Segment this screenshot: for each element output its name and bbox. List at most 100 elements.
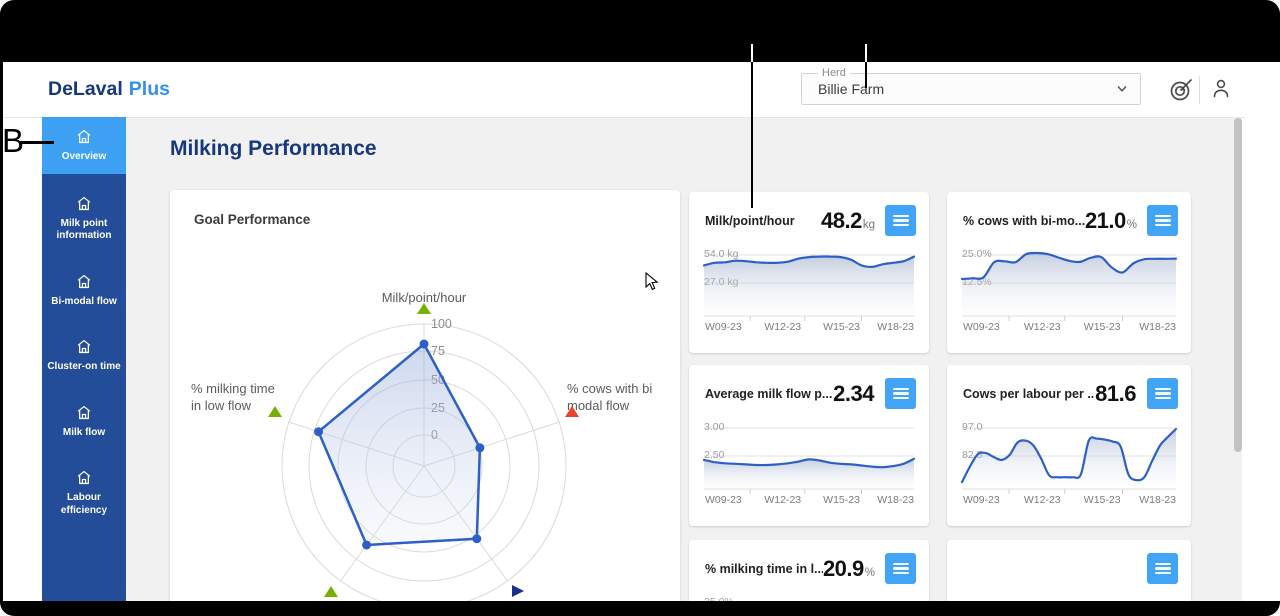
sparkline-x-label: W09-23	[705, 494, 742, 506]
sparkline-x-label: W15-23	[1084, 494, 1121, 506]
sidebar-item-label: Cluster-on time	[47, 361, 120, 374]
hamburger-icon	[1155, 563, 1171, 575]
sparkline-x-label: W12-23	[764, 321, 801, 333]
radar-axis-label-right: % cows with bi modal flow	[567, 380, 652, 414]
brand-secondary: Plus	[129, 78, 170, 100]
home-icon	[74, 468, 94, 487]
annotation-b-line	[20, 141, 54, 144]
hamburger-icon	[1155, 388, 1171, 400]
user-icon[interactable]	[1209, 76, 1233, 102]
letterbox-bottom-bar	[0, 601, 1280, 616]
radar-scale-tick: 100	[431, 317, 452, 331]
hamburger-icon	[893, 388, 909, 400]
kpi-card-title	[963, 553, 1136, 562]
radar-vertex-dot	[475, 443, 484, 452]
radar-vertex-dot	[420, 340, 429, 349]
kpi-card-title: % cows with bi-mo...	[963, 205, 1085, 228]
sparkline-grid-label: 2.50	[704, 449, 725, 461]
goal-marker-green-icon	[324, 586, 338, 597]
kpi-card-value: 2.34	[833, 378, 875, 407]
mouse-cursor-icon	[645, 272, 661, 292]
radar-vertex-dot	[314, 427, 323, 436]
sparkline-x-label: W15-23	[823, 321, 860, 333]
radar-vertex-dot	[472, 534, 481, 543]
kpi-sparkline: 3.002.50W09-23W12-23W15-23W18-23	[704, 423, 914, 509]
kpi-card-value	[1136, 553, 1137, 582]
sparkline-x-label: W12-23	[1024, 321, 1061, 333]
sidebar-item-labour-efficiency[interactable]: Labour efficiency	[42, 457, 126, 528]
kpi-menu-button[interactable]	[1147, 553, 1178, 584]
sidebar-item-milk-point-information[interactable]: Milk point information	[42, 183, 126, 254]
kpi-card: Cows per labour per ... 81.6 97.082.5W09…	[947, 365, 1191, 526]
sparkline-x-label: W09-23	[963, 494, 1000, 506]
sparkline-x-label: W15-23	[823, 494, 860, 506]
page-title: Milking Performance	[170, 137, 377, 161]
kpi-card-value: 81.6	[1095, 378, 1137, 407]
kpi-card-value: 48.2kg	[821, 205, 875, 234]
radar-vertex-dot	[362, 541, 371, 550]
hamburger-icon	[893, 563, 909, 575]
header-divider	[1199, 76, 1200, 104]
sidebar-item-label: Milk point information	[46, 218, 122, 243]
kpi-sparkline: 97.082.5W09-23W12-23W15-23W18-23	[962, 423, 1176, 509]
sparkline-x-label: W18-23	[877, 494, 914, 506]
sparkline-x-label: W09-23	[705, 321, 742, 333]
goal-target-icon[interactable]	[1167, 76, 1195, 104]
kpi-menu-button[interactable]	[1147, 378, 1178, 409]
kpi-menu-button[interactable]	[885, 378, 916, 409]
sparkline-x-label: W18-23	[1139, 494, 1176, 506]
sparkline-grid-label: 25.0%	[962, 248, 992, 260]
kpi-card-title: Average milk flow p...	[705, 378, 833, 401]
callout-line-1-top	[751, 44, 753, 62]
sidebar-item-label: Milk flow	[63, 427, 105, 440]
kpi-card: % cows with bi-mo... 21.0% 25.0%12.5%W09…	[947, 192, 1191, 353]
sidebar-nav: Overview Milk point information Bi-modal…	[42, 117, 126, 601]
app-header: DeLaval Plus Herd Billie Farm	[3, 62, 1245, 118]
brand-primary: DeLaval	[48, 78, 123, 100]
sparkline-grid-label: 3.00	[704, 421, 725, 433]
kpi-card-title: Cows per labour per ...	[963, 378, 1095, 401]
kpi-card-value: 21.0%	[1085, 205, 1137, 234]
kpi-card-title: Milk/point/hour	[705, 205, 821, 228]
kpi-card: Average milk flow p... 2.34 3.00 2.50 W09-…	[689, 365, 929, 526]
home-icon	[74, 272, 94, 291]
goal-marker-green-icon	[268, 406, 282, 417]
kpi-sparkline: 54.0 kg27.0 kgW09-23W12-23W15-23W18-23	[704, 250, 914, 336]
kpi-card: Milk/point/hour 48.2kg 54.0 kg27.0 kgW09…	[689, 192, 929, 353]
kpi-menu-button[interactable]	[1147, 205, 1178, 236]
sidebar-item-overview[interactable]: Overview	[42, 117, 126, 174]
sidebar-item-milk-flow[interactable]: Milk flow	[42, 392, 126, 451]
scrollbar-thumb[interactable]	[1234, 118, 1242, 452]
home-icon	[74, 337, 94, 356]
callout-line-1	[751, 62, 753, 208]
kpi-menu-button[interactable]	[885, 205, 916, 236]
home-icon	[74, 403, 94, 422]
hamburger-icon	[893, 215, 909, 227]
sparkline-x-label: W12-23	[1024, 494, 1061, 506]
sparkline-x-label: W18-23	[1139, 321, 1176, 333]
sparkline-x-label: W18-23	[877, 321, 914, 333]
goal-marker-green-icon	[417, 303, 431, 314]
brand-logo: DeLaval Plus	[48, 62, 170, 117]
herd-select[interactable]: Herd Billie Farm	[801, 73, 1141, 105]
goal-marker-red-icon	[565, 406, 579, 417]
sidebar-item-label: Labour efficiency	[46, 492, 122, 517]
kpi-sparkline: 25.0%12.5%W09-23W12-23W15-23W18-23	[962, 250, 1176, 336]
home-icon	[74, 127, 94, 146]
sparkline-x-label: W15-23	[1084, 321, 1121, 333]
kpi-card-title: % milking time in l...	[705, 553, 823, 576]
chevron-down-icon	[1117, 86, 1127, 92]
callout-line-2	[865, 62, 867, 88]
radar-scale-tick: 75	[431, 344, 445, 358]
sidebar-item-label: Bi-modal flow	[51, 296, 117, 309]
sparkline-grid-label: 54.0 kg	[704, 248, 739, 260]
kpi-menu-button[interactable]	[885, 553, 916, 584]
sidebar-item-bi-modal-flow[interactable]: Bi-modal flow	[42, 261, 126, 320]
sparkline-x-label: W09-23	[963, 321, 1000, 333]
kpi-card-value: 20.9%	[823, 553, 875, 582]
goal-marker-navy-icon	[512, 585, 524, 597]
callout-line-2-top	[865, 44, 867, 62]
radar-polygon	[319, 344, 480, 545]
herd-select-value: Billie Farm	[802, 74, 1140, 104]
sidebar-item-cluster-on-time[interactable]: Cluster-on time	[42, 326, 126, 385]
